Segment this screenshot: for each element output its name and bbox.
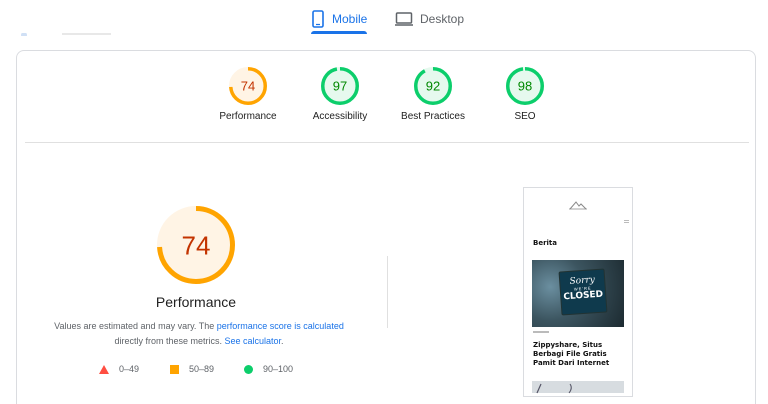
gauge-score: 92 [426, 79, 440, 94]
legend-pass: 90–100 [244, 364, 293, 374]
performance-large-gauge: 74 [157, 206, 235, 284]
monitor-icon [395, 11, 413, 27]
triangle-icon [99, 364, 109, 374]
score-calculation-link[interactable]: performance score is calculated [217, 321, 344, 331]
see-calculator-link[interactable]: See calculator [224, 336, 281, 346]
gauge-seo[interactable]: 98 SEO [480, 67, 570, 122]
note-text-1: Values are estimated and may vary. The [54, 321, 217, 331]
url-fragment [16, 28, 111, 36]
gauge-label: Performance [219, 111, 277, 122]
legend-pass-label: 90–100 [263, 364, 294, 374]
article-image: Sorry WE'RE CLOSED [532, 260, 624, 327]
gauge-ring: 74 [157, 206, 235, 284]
form-factor-tabs: Mobile Desktop [0, 0, 768, 36]
closed-sign: Sorry WE'RE CLOSED [558, 268, 608, 316]
article-meta [533, 331, 549, 333]
legend-fail: 0–49 [99, 364, 139, 374]
site-logo-icon [568, 197, 588, 215]
gauge-label: SEO [514, 111, 536, 122]
gauge-label: Best Practices [401, 111, 465, 122]
tab-mobile[interactable]: Mobile [311, 4, 368, 34]
score-legend: 0–49 50–89 90–100 [99, 364, 339, 378]
tab-desktop-label: Desktop [420, 12, 465, 26]
square-icon [170, 364, 179, 374]
gauge-score: 97 [333, 79, 347, 94]
vertical-separator [387, 256, 388, 328]
performance-title: Performance [155, 294, 237, 310]
gauge-ring: 98 [506, 67, 544, 105]
page-screenshot-preview: Berita Sorry WE'RE CLOSED Zippyshare, Si… [523, 187, 633, 397]
gauge-performance[interactable]: 74 Performance [203, 67, 293, 122]
gauge-score: 74 [241, 79, 255, 94]
gauge-label: Accessibility [312, 111, 368, 122]
gauge-score: 98 [518, 79, 532, 94]
hamburger-menu-icon [624, 220, 629, 223]
sign-line-3: CLOSED [563, 289, 604, 303]
next-article-thumbnail [532, 381, 624, 394]
gauge-ring: 74 [229, 67, 267, 105]
tab-mobile-label: Mobile [332, 12, 368, 26]
performance-note: Values are estimated and may vary. The p… [39, 319, 359, 349]
legend-average-label: 50–89 [189, 364, 215, 374]
phone-icon [311, 10, 325, 28]
summary-gauges: 74 Performance 97 Accessibility 92 Best Pra… [17, 67, 757, 137]
gauge-score: 74 [182, 230, 211, 260]
gauge-ring: 97 [321, 67, 359, 105]
legend-average: 50–89 [170, 364, 214, 374]
gauge-ring: 92 [414, 67, 452, 105]
tab-desktop[interactable]: Desktop [395, 4, 464, 34]
legend-fail-label: 0–49 [119, 364, 140, 374]
gauge-best-practices[interactable]: 92 Best Practices [388, 67, 478, 122]
note-text-2: directly from these metrics. [114, 336, 225, 346]
preview-heading: Berita [533, 239, 558, 247]
article-title: Zippyshare, Situs Berbagi File Gratis Pa… [533, 341, 610, 367]
circle-icon [244, 364, 253, 374]
gauge-accessibility[interactable]: 97 Accessibility [295, 67, 385, 122]
section-divider [25, 142, 749, 143]
report-card: 74 Performance 97 Accessibility 92 Best Pra… [16, 50, 756, 404]
note-text-3: . [281, 336, 284, 346]
